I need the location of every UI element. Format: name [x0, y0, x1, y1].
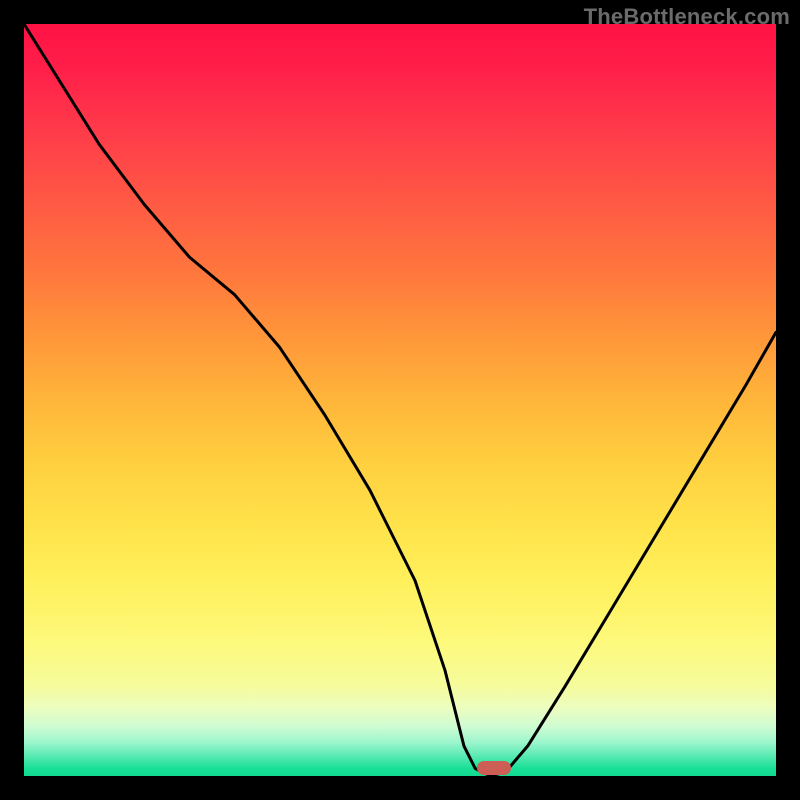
optimal-marker: [477, 761, 511, 775]
curve-path: [24, 24, 776, 776]
bottleneck-curve: [24, 24, 776, 776]
watermark-label: TheBottleneck.com: [584, 4, 790, 30]
plot-area: [24, 24, 776, 776]
chart-frame: TheBottleneck.com: [0, 0, 800, 800]
